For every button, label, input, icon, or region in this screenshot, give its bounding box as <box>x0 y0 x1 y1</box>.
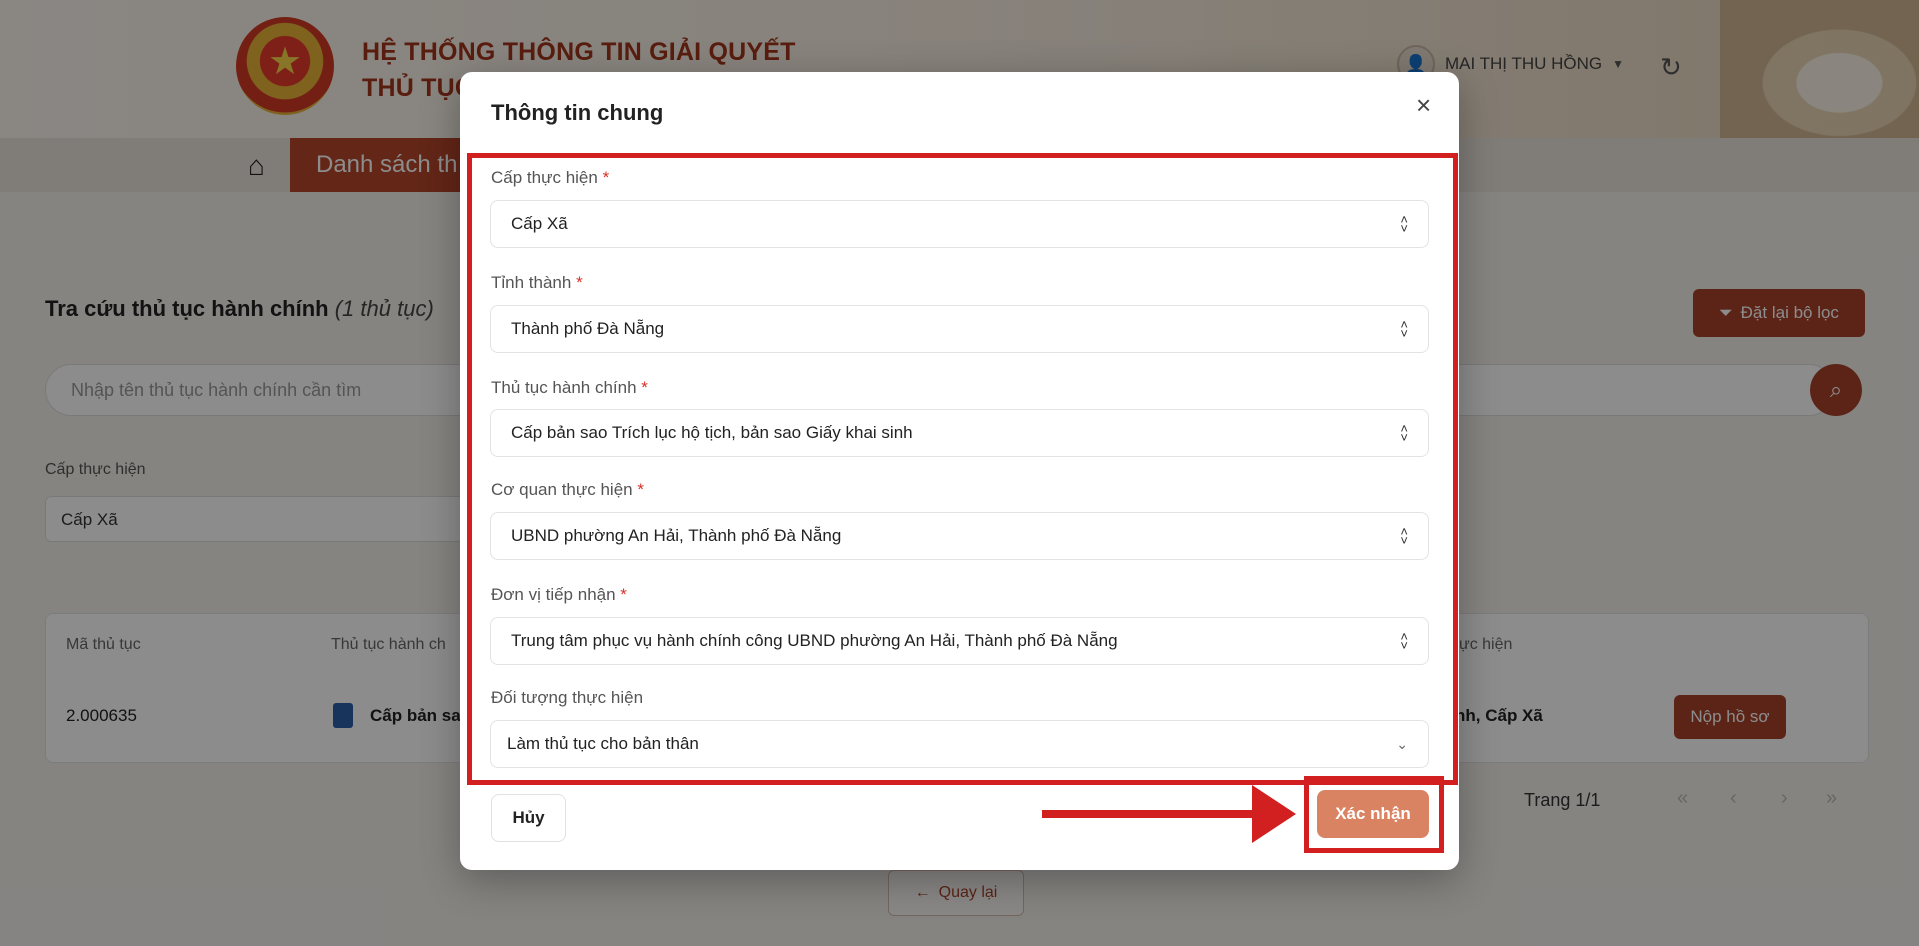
annotation-highlight-form <box>467 153 1458 785</box>
close-icon[interactable]: × <box>1416 92 1431 118</box>
cancel-button[interactable]: Hủy <box>491 794 566 842</box>
annotation-arrow-shaft <box>1042 810 1264 818</box>
modal-title: Thông tin chung <box>491 100 664 125</box>
annotation-arrow-head-icon <box>1252 785 1296 843</box>
annotation-highlight-confirm <box>1304 776 1444 853</box>
